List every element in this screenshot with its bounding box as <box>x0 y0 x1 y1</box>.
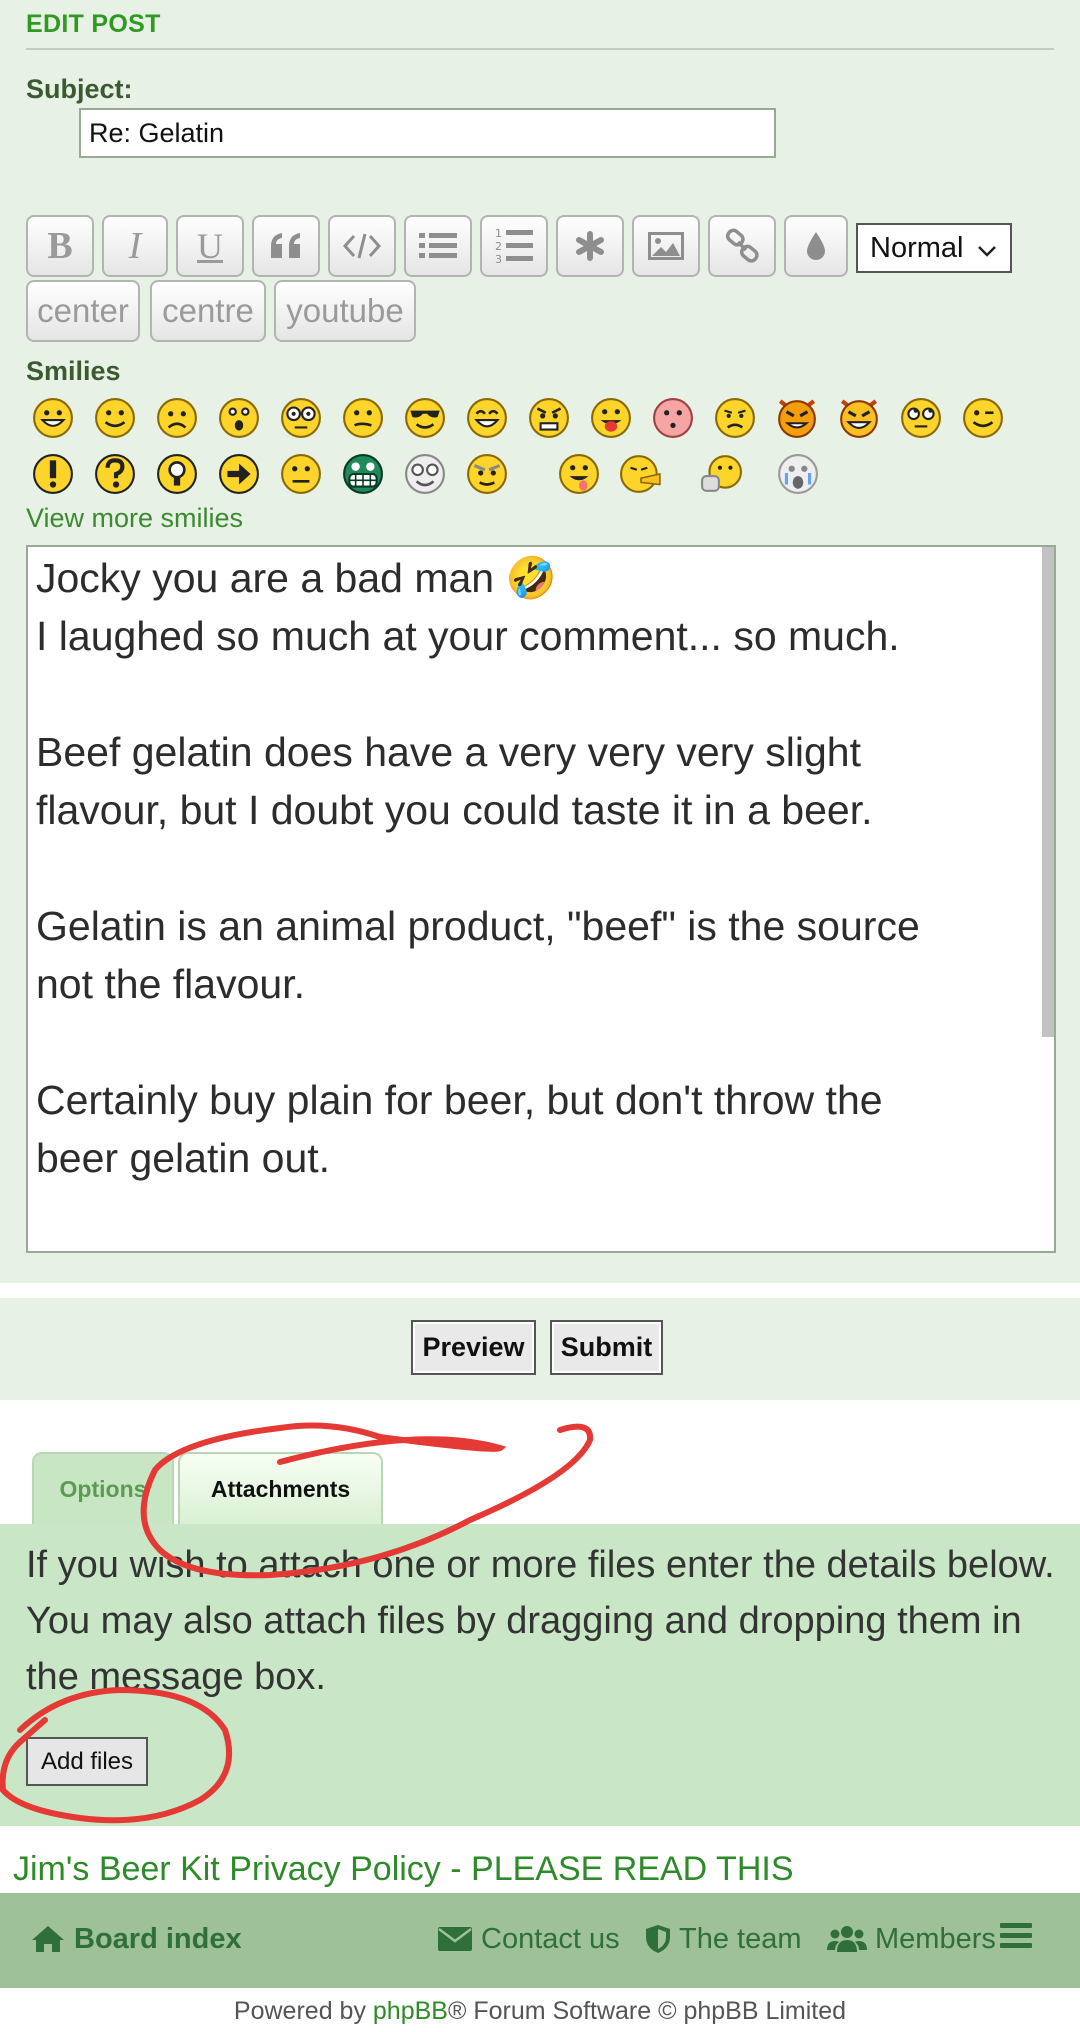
italic-icon: I <box>128 225 142 267</box>
color-drop-icon <box>805 231 827 261</box>
link-icon <box>724 228 760 264</box>
home-icon <box>30 1924 66 1954</box>
smiley-grin-icon[interactable] <box>32 397 74 439</box>
phpbb-link[interactable]: phpBB <box>373 1997 448 2025</box>
font-size-select[interactable]: Normal <box>856 223 1012 273</box>
smiley-razz-icon[interactable] <box>590 397 632 439</box>
view-more-smilies-link[interactable]: View more smilies <box>26 503 243 534</box>
smiley-ugeek-icon[interactable] <box>466 453 508 495</box>
smiley-evil-icon[interactable] <box>776 397 818 439</box>
smiley-sick-icon[interactable] <box>700 453 742 495</box>
smiley-idea-icon[interactable] <box>156 453 198 495</box>
smiley-confused-icon[interactable] <box>342 397 384 439</box>
members-link[interactable]: Members <box>827 1917 996 1961</box>
the-team-link[interactable]: The team <box>645 1917 802 1961</box>
the-team-label: The team <box>679 1922 802 1955</box>
bold-button[interactable]: B <box>26 215 94 277</box>
submit-button[interactable]: Submit <box>550 1320 663 1375</box>
list-icon <box>419 232 457 260</box>
chevron-down-icon <box>976 237 998 270</box>
bold-icon: B <box>47 225 73 267</box>
ordered-list-icon: 123 <box>494 227 534 265</box>
smiley-rolleyes-icon[interactable] <box>900 397 942 439</box>
smiley-question-icon[interactable] <box>94 453 136 495</box>
smiley-exclaim-icon[interactable] <box>32 453 74 495</box>
submit-buttons-bar <box>0 1298 1080 1400</box>
youtube-button[interactable]: youtube <box>274 280 416 342</box>
title-divider <box>26 48 1054 50</box>
code-button[interactable] <box>328 215 396 277</box>
privacy-policy-link[interactable]: Jim's Beer Kit Privacy Policy - PLEASE R… <box>13 1850 794 1889</box>
tab-options[interactable]: Options <box>32 1452 174 1524</box>
message-line: Gelatin is an animal product, "beef" is … <box>36 903 920 949</box>
link-button[interactable] <box>708 215 776 277</box>
svg-text:1: 1 <box>495 227 502 240</box>
smiley-crying-icon[interactable] <box>714 397 756 439</box>
ordered-list-button[interactable]: 123 <box>480 215 548 277</box>
envelope-icon <box>437 1925 473 1953</box>
image-icon <box>648 232 684 260</box>
board-index-label: Board index <box>74 1922 242 1955</box>
smiley-mad-icon[interactable] <box>528 397 570 439</box>
font-color-button[interactable] <box>784 215 848 277</box>
smiley-embarrassed-icon[interactable] <box>652 397 694 439</box>
smiley-eek-icon[interactable] <box>280 397 322 439</box>
list-item-button[interactable] <box>556 215 624 277</box>
members-label: Members <box>875 1922 996 1955</box>
svg-text:3: 3 <box>495 253 502 265</box>
message-line: beer gelatin out. <box>36 1135 331 1181</box>
page-title: EDIT POST <box>26 10 161 38</box>
hamburger-menu-icon[interactable] <box>1000 1921 1032 1956</box>
smiley-puke-icon[interactable] <box>620 453 662 495</box>
smiley-wink-icon[interactable] <box>962 397 1004 439</box>
smiley-surprised-icon[interactable] <box>218 397 260 439</box>
textarea-scrollbar[interactable] <box>1042 547 1054 1037</box>
code-icon <box>343 233 381 259</box>
message-line: Jocky you are a bad man 🤣 <box>36 555 557 601</box>
board-index-link[interactable]: Board index <box>30 1917 242 1961</box>
smiley-cry-icon[interactable] <box>777 453 819 495</box>
smiley-neutral-icon[interactable] <box>280 453 322 495</box>
message-line: I laughed so much at your comment... so … <box>36 613 900 659</box>
contact-us-link[interactable]: Contact us <box>437 1917 620 1961</box>
quote-button[interactable] <box>252 215 320 277</box>
message-line: not the flavour. <box>36 961 305 1007</box>
font-size-value: Normal <box>870 231 964 264</box>
svg-text:2: 2 <box>495 240 502 253</box>
smiley-twisted-icon[interactable] <box>838 397 880 439</box>
shield-icon <box>645 1924 671 1954</box>
smilies-label: Smilies <box>26 356 121 386</box>
message-line: Beef gelatin does have a very very very … <box>36 729 861 775</box>
underline-button[interactable]: U <box>176 215 244 277</box>
smiley-laughing-icon[interactable] <box>466 397 508 439</box>
tab-attachments[interactable]: Attachments <box>178 1452 383 1524</box>
preview-button[interactable]: Preview <box>411 1320 536 1375</box>
asterisk-icon <box>575 231 605 261</box>
quote-icon <box>269 232 303 260</box>
smiley-sad-icon[interactable] <box>156 397 198 439</box>
subject-input[interactable] <box>79 108 776 158</box>
add-files-button[interactable]: Add files <box>26 1737 148 1786</box>
list-button[interactable] <box>404 215 472 277</box>
image-button[interactable] <box>632 215 700 277</box>
smiley-geek-icon[interactable] <box>404 453 446 495</box>
italic-button[interactable]: I <box>102 215 168 277</box>
underline-icon: U <box>197 226 223 266</box>
smiley-arrow-icon[interactable] <box>218 453 260 495</box>
contact-us-label: Contact us <box>481 1922 620 1955</box>
center-button[interactable]: center <box>26 280 140 342</box>
smiley-mrgreen-icon[interactable] <box>342 453 384 495</box>
message-textarea[interactable]: Jocky you are a bad man 🤣 I laughed so m… <box>26 545 1056 1253</box>
message-line: Certainly buy plain for beer, but don't … <box>36 1077 883 1123</box>
attachments-info-text: If you wish to attach one or more files … <box>26 1544 1055 1698</box>
smiley-smile-icon[interactable] <box>94 397 136 439</box>
subject-label: Subject: <box>26 74 133 104</box>
users-icon <box>827 1924 867 1954</box>
message-line: flavour, but I doubt you could taste it … <box>36 787 873 833</box>
smiley-cool-icon[interactable] <box>404 397 446 439</box>
centre-button[interactable]: centre <box>150 280 266 342</box>
smiley-drool-icon[interactable] <box>558 453 600 495</box>
powered-by-text: Powered by phpBB® Forum Software © phpBB… <box>233 1997 847 2025</box>
